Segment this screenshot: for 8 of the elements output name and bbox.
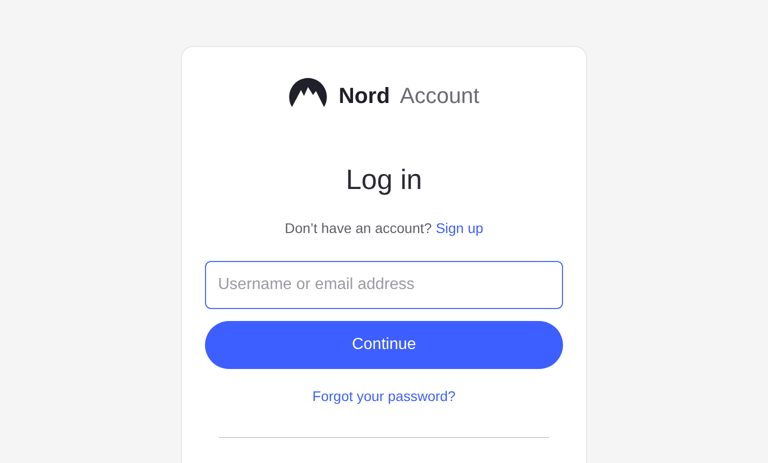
continue-button[interactable]: Continue xyxy=(205,321,563,369)
signup-link[interactable]: Sign up xyxy=(436,218,484,239)
page-heading: Log in xyxy=(346,163,422,197)
username-field[interactable]: Username or email address xyxy=(205,261,563,309)
forgot-password-link[interactable]: Forgot your password? xyxy=(312,386,456,407)
product-name: Account xyxy=(400,82,480,110)
signup-prompt: Don’t have an account? xyxy=(284,219,432,238)
brand-name: Nord xyxy=(338,82,390,110)
